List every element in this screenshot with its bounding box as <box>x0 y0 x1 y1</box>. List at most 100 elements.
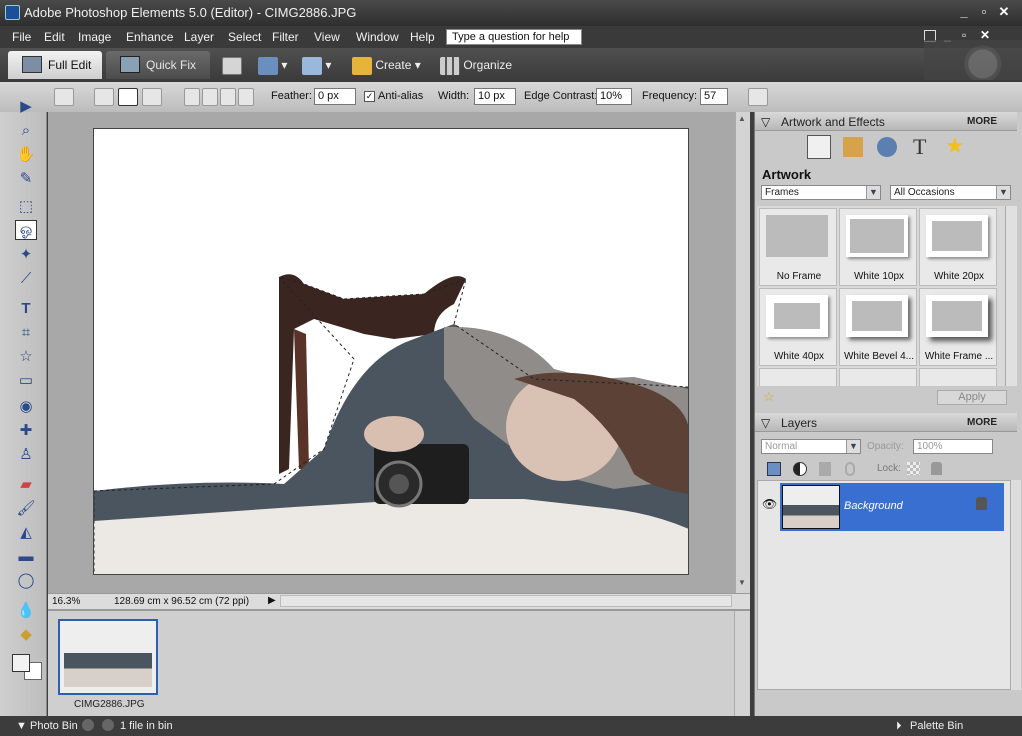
layers-panel-header[interactable]: ▽ Layers MORE <box>755 413 1017 432</box>
create-button[interactable]: Create ▾ <box>352 54 421 76</box>
selection-brush-tool-icon[interactable]: ⟋ <box>15 268 37 288</box>
type-tool-icon[interactable]: T <box>15 298 37 318</box>
lock-transparency-icon[interactable] <box>907 462 920 475</box>
status-menu-arrow-icon[interactable]: ▶ <box>268 595 276 606</box>
blend-mode-select[interactable]: Normal ▼ <box>761 439 861 454</box>
layer-row-background[interactable]: Background <box>780 483 1004 531</box>
straighten-tool-icon[interactable]: ▭ <box>15 370 37 390</box>
palette-bin-toggle-icon[interactable]: ⏵ <box>896 720 902 733</box>
layers-more-button[interactable]: MORE <box>967 417 997 428</box>
menu-window[interactable]: Window <box>356 30 399 44</box>
menu-file[interactable]: File <box>12 30 31 44</box>
order-prints-button[interactable]: ▾ <box>258 54 287 76</box>
artwork-more-button[interactable]: MORE <box>967 116 997 127</box>
scroll-up-icon[interactable]: ▲ <box>738 114 746 123</box>
paint-bucket-tool-icon[interactable]: ◭ <box>15 522 37 542</box>
cookie-cutter-tool-icon[interactable]: ☆ <box>15 346 37 366</box>
share-button[interactable]: ▾ <box>302 54 331 76</box>
lock-all-icon[interactable] <box>931 462 942 475</box>
menu-select[interactable]: Select <box>228 30 261 44</box>
restore-icon[interactable]: ▫ <box>976 4 992 20</box>
layer-name[interactable]: Background <box>844 500 903 512</box>
frame-item[interactable]: White 10px <box>839 208 917 286</box>
hand-tool-icon[interactable]: ✋ <box>15 144 37 164</box>
frame-item[interactable]: No Frame <box>759 208 837 286</box>
palette-bin-label[interactable]: Palette Bin <box>910 720 963 732</box>
photo-bin-thumbnail[interactable] <box>58 619 158 695</box>
brush-tool-icon[interactable]: 🖌 <box>15 498 37 518</box>
new-layer-icon[interactable] <box>767 462 781 476</box>
menu-enhance[interactable]: Enhance <box>126 30 173 44</box>
close-icon[interactable]: ✕ <box>996 4 1012 20</box>
eyedropper-tool-icon[interactable]: ✎ <box>15 168 37 188</box>
lasso-tool-icon[interactable] <box>94 88 114 106</box>
frame-item[interactable] <box>919 368 997 386</box>
scroll-down-icon[interactable]: ▼ <box>738 578 746 587</box>
edge-contrast-input[interactable]: 10% <box>596 88 632 105</box>
magnetic-lasso-tool-icon[interactable] <box>118 88 138 106</box>
subtract-selection-icon[interactable] <box>220 88 236 106</box>
document-canvas[interactable] <box>93 128 689 575</box>
crop-tool-icon[interactable]: ⌗ <box>15 322 37 342</box>
spot-healing-tool-icon[interactable]: ✚ <box>15 420 37 440</box>
artwork-scrollbar[interactable] <box>1005 206 1017 386</box>
favorites-star-icon[interactable]: ☆ <box>763 389 775 405</box>
intersect-selection-icon[interactable] <box>238 88 254 106</box>
new-selection-icon[interactable] <box>184 88 200 106</box>
help-search-input[interactable]: Type a question for help <box>446 29 582 45</box>
photo-bin-scrollbar[interactable] <box>734 611 749 716</box>
canvas-vertical-scrollbar[interactable]: ▲ ▼ <box>735 112 750 593</box>
antialias-checkbox[interactable]: ✓ <box>364 91 375 102</box>
foreground-color-swatch[interactable] <box>12 654 30 672</box>
blur-tool-icon[interactable]: 💧 <box>15 600 37 620</box>
collapse-arrow-icon[interactable]: ▽ <box>761 115 770 129</box>
width-input[interactable]: 10 px <box>474 88 516 105</box>
add-selection-icon[interactable] <box>202 88 218 106</box>
menu-layer[interactable]: Layer <box>184 30 214 44</box>
clone-stamp-tool-icon[interactable]: ♙ <box>15 444 37 464</box>
polygonal-lasso-tool-icon[interactable] <box>142 88 162 106</box>
opacity-input[interactable]: 100% <box>913 439 993 454</box>
layers-scrollbar[interactable] <box>1011 480 1021 690</box>
tab-full-edit[interactable]: Full Edit <box>8 51 102 79</box>
apply-button[interactable]: Apply <box>937 390 1007 405</box>
red-eye-tool-icon[interactable]: ◉ <box>15 396 37 416</box>
frame-item[interactable] <box>759 368 837 386</box>
marquee-tool-icon[interactable]: ⬚ <box>15 196 37 216</box>
photo-bin-label[interactable]: Photo Bin <box>30 720 78 732</box>
effects-icon[interactable] <box>877 137 897 157</box>
canvas-horizontal-scrollbar[interactable] <box>280 595 732 607</box>
menu-view[interactable]: View <box>314 30 340 44</box>
themes-icon[interactable] <box>843 137 863 157</box>
frame-item[interactable]: White 40px <box>759 288 837 366</box>
menu-filter[interactable]: Filter <box>272 30 299 44</box>
minimize-icon[interactable]: _ <box>956 4 972 20</box>
link-layer-icon[interactable] <box>845 462 855 476</box>
delete-layer-icon[interactable] <box>819 462 831 476</box>
menu-image[interactable]: Image <box>78 30 111 44</box>
artwork-panel-header[interactable]: ▽ Artwork and Effects MORE <box>755 112 1017 131</box>
move-tool-icon[interactable]: ▶ <box>15 96 37 116</box>
pen-pressure-icon[interactable] <box>748 88 768 106</box>
adjustment-layer-icon[interactable] <box>793 462 807 476</box>
frequency-input[interactable]: 57 <box>700 88 728 105</box>
feather-input[interactable]: 0 px <box>314 88 356 105</box>
frame-item[interactable] <box>839 368 917 386</box>
magic-wand-tool-icon[interactable]: ✦ <box>15 244 37 264</box>
organize-button[interactable]: Organize <box>440 54 512 76</box>
collapse-arrow-icon[interactable]: ▽ <box>761 416 770 430</box>
frame-item[interactable]: White 20px <box>919 208 997 286</box>
text-effects-icon[interactable]: T <box>913 134 926 160</box>
frame-item[interactable]: White Bevel 4... <box>839 288 917 366</box>
backgrounds-icon[interactable] <box>807 135 831 159</box>
zoom-tool-icon[interactable]: ⌕ <box>15 120 37 140</box>
visibility-eye-icon[interactable]: 👁 <box>762 497 777 511</box>
favorites-star-icon[interactable]: ★ <box>945 133 965 159</box>
artwork-category-select[interactable]: Frames ▼ <box>761 185 881 200</box>
sponge-tool-icon[interactable]: ◆ <box>15 624 37 644</box>
zoom-level[interactable]: 16.3% <box>52 596 80 607</box>
menu-edit[interactable]: Edit <box>44 30 65 44</box>
eraser-tool-icon[interactable]: ▰ <box>15 474 37 494</box>
lasso-options-icon[interactable] <box>54 88 74 106</box>
frame-item[interactable]: White Frame ... <box>919 288 997 366</box>
